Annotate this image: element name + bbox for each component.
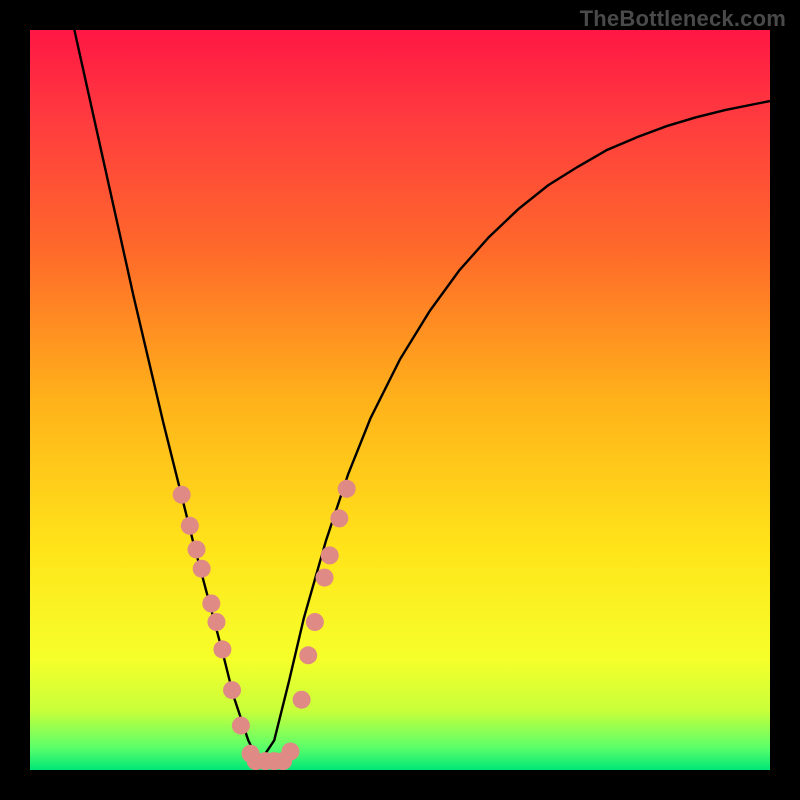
watermark-text: TheBottleneck.com	[580, 6, 786, 32]
marker-dot	[223, 681, 241, 699]
marker-dot	[330, 509, 348, 527]
marker-dot	[281, 743, 299, 761]
chart-frame: TheBottleneck.com	[0, 0, 800, 800]
marker-dot	[321, 546, 339, 564]
bottleneck-chart	[30, 30, 770, 770]
marker-dot	[173, 486, 191, 504]
marker-dot	[207, 613, 225, 631]
marker-dot	[293, 691, 311, 709]
marker-dot	[316, 569, 334, 587]
marker-dot	[299, 646, 317, 664]
marker-dot	[213, 640, 231, 658]
marker-dot	[232, 717, 250, 735]
marker-dot	[181, 517, 199, 535]
marker-dot	[188, 540, 206, 558]
marker-dot	[306, 613, 324, 631]
marker-dot	[193, 560, 211, 578]
marker-dot	[338, 480, 356, 498]
gradient-bg	[30, 30, 770, 770]
marker-dot	[202, 595, 220, 613]
plot-area	[30, 30, 770, 770]
